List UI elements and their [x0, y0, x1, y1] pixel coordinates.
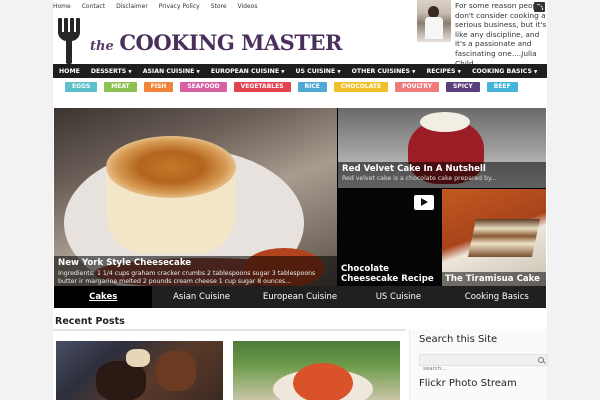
- nav-item-other-cuisines[interactable]: OTHER CUISINES ▼: [352, 68, 416, 75]
- tag-beef[interactable]: BEEF: [486, 82, 518, 92]
- featured-video-post[interactable]: Chocolate Cheesecake Recipe: [338, 189, 441, 286]
- tag-meat[interactable]: MEAT: [104, 82, 137, 92]
- recent-posts-heading: Recent Posts: [55, 316, 125, 327]
- recent-post-thumbnail[interactable]: [233, 341, 400, 400]
- nav-item-us-cuisine[interactable]: US CUISINE ▼: [296, 68, 341, 75]
- tag-eggs[interactable]: EGGS: [65, 82, 98, 92]
- tag-spicy[interactable]: SPICY: [446, 82, 480, 92]
- nav-label: RECIPES: [426, 67, 456, 75]
- logo-name: COOKING MASTER: [119, 30, 342, 55]
- top-link-contact[interactable]: Contact: [82, 3, 105, 10]
- page: Home Contact Disclaimer Privacy Policy S…: [0, 0, 600, 400]
- caret-down-icon: ▼: [457, 69, 461, 75]
- featured-right-title[interactable]: The Tiramisua Cake: [442, 272, 546, 286]
- featured-side-title[interactable]: Red Velvet Cake In A Nutshell: [342, 164, 542, 174]
- featured-side-post-top[interactable]: Red Velvet Cake In A Nutshell Red velvet…: [338, 108, 546, 188]
- featured-main-caption: New York Style Cheesecake Ingredients: 1…: [54, 256, 337, 286]
- top-link-disclaimer[interactable]: Disclaimer: [116, 3, 148, 10]
- tab-cooking-basics[interactable]: Cooking Basics: [448, 286, 546, 308]
- search-box: [419, 354, 548, 374]
- recent-post-thumbnail[interactable]: [56, 341, 223, 400]
- site-wrapper: Home Contact Disclaimer Privacy Policy S…: [53, 0, 548, 400]
- nav-item-recipes[interactable]: RECIPES ▼: [426, 68, 461, 75]
- tag-rice[interactable]: RICE: [297, 82, 327, 92]
- featured-main-post[interactable]: New York Style Cheesecake Ingredients: 1…: [54, 108, 337, 286]
- caret-down-icon: ▼: [411, 69, 416, 75]
- search-widget-title: Search this Site: [419, 334, 498, 345]
- tab-us-cuisine[interactable]: US Cuisine: [349, 286, 447, 308]
- nav-item-home[interactable]: HOME: [59, 68, 80, 75]
- top-link-videos[interactable]: Videos: [238, 3, 258, 10]
- featured-video-title[interactable]: Chocolate Cheesecake Recipe: [341, 264, 441, 284]
- search-input[interactable]: [420, 364, 530, 374]
- featured-side-caption: Red Velvet Cake In A Nutshell Red velvet…: [338, 162, 546, 188]
- tag-chocolate[interactable]: CHOCOLATE: [333, 82, 389, 92]
- top-link-store[interactable]: Store: [211, 3, 227, 10]
- caret-down-icon: ▼: [337, 69, 341, 75]
- featured-main-desc: Ingredients: 1 1/4 cups graham cracker c…: [58, 270, 316, 285]
- flickr-widget-title: Flickr Photo Stream: [419, 378, 517, 389]
- tag-fish[interactable]: FISH: [143, 82, 174, 92]
- top-links: Home Contact Disclaimer Privacy Policy S…: [53, 3, 257, 10]
- logo-the: the: [90, 39, 114, 54]
- tag-seafood[interactable]: SEAFOOD: [180, 82, 227, 92]
- nav-label: EUROPEAN CUISINE: [210, 67, 280, 75]
- logo-text: the COOKING MASTER: [90, 30, 342, 55]
- caret-down-icon: ▼: [281, 69, 285, 75]
- nav-item-asian-cuisine[interactable]: ASIAN CUISINE ▼: [143, 68, 200, 75]
- tab-cakes[interactable]: Cakes: [54, 286, 153, 308]
- tag-poultry[interactable]: POULTRY: [395, 82, 440, 92]
- nav-label: OTHER CUISINES: [351, 67, 410, 75]
- featured-main-title[interactable]: New York Style Cheesecake: [58, 258, 333, 268]
- caret-down-icon: ▼: [196, 69, 200, 75]
- quote-author-photo: [417, 0, 451, 42]
- caret-down-icon: ▼: [533, 69, 538, 75]
- nav-label: HOME: [59, 67, 80, 75]
- top-link-home[interactable]: Home: [53, 3, 71, 10]
- featured-side-desc: Red velvet cake is a chocolate cake prep…: [342, 175, 497, 182]
- header-quote: For some reason people don't consider co…: [455, 1, 547, 68]
- caret-down-icon: ▼: [128, 69, 132, 75]
- section-divider: [53, 329, 406, 331]
- tab-asian-cuisine[interactable]: Asian Cuisine: [152, 286, 250, 308]
- nav-label: US CUISINE: [295, 67, 336, 75]
- fork-icon: [57, 18, 81, 64]
- nav-label: ASIAN CUISINE: [142, 67, 195, 75]
- sidebar: Search this Site Flickr Photo Stream: [409, 329, 548, 400]
- nav-item-cooking-basics[interactable]: COOKING BASICS ▼: [472, 68, 537, 75]
- site-logo[interactable]: the COOKING MASTER: [57, 18, 342, 64]
- top-link-privacy-policy[interactable]: Privacy Policy: [159, 3, 200, 10]
- slider-category-tabs: Cakes Asian Cuisine European Cuisine US …: [54, 286, 546, 308]
- tag-bar: EGGS MEAT FISH SEAFOOD VEGETABLES RICE C…: [65, 82, 518, 92]
- nav-item-desserts[interactable]: DESSERTS ▼: [91, 68, 132, 75]
- nav-label: DESSERTS: [90, 67, 127, 75]
- search-icon[interactable]: [538, 357, 544, 363]
- main-nav: HOME DESSERTS ▼ ASIAN CUISINE ▼ EUROPEAN C…: [53, 64, 547, 78]
- play-icon[interactable]: [414, 195, 434, 210]
- featured-side-post-right[interactable]: The Tiramisua Cake: [442, 189, 546, 286]
- tag-vegetables[interactable]: VEGETABLES: [233, 82, 291, 92]
- featured-slider: New York Style Cheesecake Ingredients: 1…: [54, 108, 546, 308]
- nav-label: COOKING BASICS: [471, 67, 532, 75]
- tab-european-cuisine[interactable]: European Cuisine: [251, 286, 349, 308]
- nav-item-european-cuisine[interactable]: EUROPEAN CUISINE ▼: [211, 68, 285, 75]
- tiramisu-image: [467, 219, 541, 257]
